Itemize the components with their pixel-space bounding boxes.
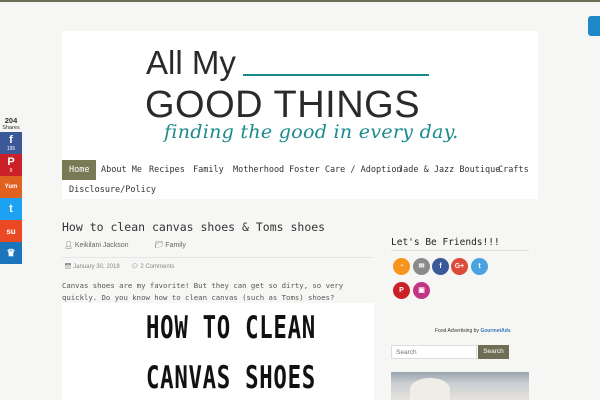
nav-item-recipes[interactable]: Recipes: [142, 160, 192, 180]
yummly-icon: Yum: [4, 183, 18, 190]
facebook-icon[interactable]: f: [432, 258, 449, 275]
share-total-label: Shares: [2, 125, 20, 131]
post-image-text-line1: HOW TO CLEAN: [146, 310, 316, 346]
nav-item-home[interactable]: Home: [62, 160, 97, 180]
more-share-button[interactable]: ♛: [0, 242, 22, 264]
logo-tagline: finding the good in every day.: [164, 121, 459, 143]
post-title[interactable]: How to clean canvas shoes & Toms shoes: [62, 220, 325, 234]
meta-divider: [62, 257, 374, 258]
comment-icon: 💬︎: [131, 264, 139, 270]
stumbleupon-icon: su: [6, 226, 16, 236]
twitter-icon[interactable]: t: [471, 258, 488, 275]
corner-tab[interactable]: [588, 16, 600, 36]
rss-icon[interactable]: ◔: [393, 258, 410, 275]
yummly-share-button[interactable]: Yum: [0, 176, 22, 198]
search-input[interactable]: [391, 345, 477, 359]
food-ad-prefix: Food Advertising by: [435, 328, 479, 334]
facebook-icon: f: [9, 133, 13, 146]
google-plus-icon[interactable]: G+: [451, 258, 468, 275]
logo-line2[interactable]: GOOD THINGS: [145, 84, 420, 126]
share-sidebar: 204 Shares f 195 P 9 Yum t su ♛: [0, 116, 22, 264]
nav-item-about-me[interactable]: About Me: [94, 160, 149, 180]
logo-line1[interactable]: All My: [146, 45, 236, 81]
nav-item-disclosure-policy[interactable]: Disclosure/Policy: [62, 180, 163, 200]
logo-rule: [243, 74, 429, 76]
nav-item-foster-care-adoption[interactable]: Foster Care / Adoption: [282, 160, 409, 180]
post-date[interactable]: January 30, 2018: [73, 264, 119, 270]
gourmetads-logo[interactable]: GourmetAds: [480, 328, 510, 334]
stumbleupon-share-button[interactable]: su: [0, 220, 22, 242]
share-total: 204: [4, 116, 18, 125]
nav-item-jade-jazz-boutique[interactable]: Jade & Jazz Boutique: [391, 160, 507, 180]
crown-icon: ♛: [6, 247, 16, 259]
nav-item-family[interactable]: Family: [186, 160, 231, 180]
post-image-text-line2: CANVAS SHOES: [146, 360, 316, 396]
sidebar-photo-figure: [410, 378, 450, 400]
post-meta-primary: 👤︎ Keikilani Jackson 📁︎ Family: [64, 241, 186, 249]
sidebar-title: Let's Be Friends!!!: [391, 237, 500, 248]
facebook-share-count: 195: [6, 145, 16, 152]
email-icon[interactable]: ✉: [413, 258, 430, 275]
folder-icon: 📁︎: [154, 242, 164, 249]
calendar-icon: 📅︎: [64, 264, 72, 270]
post-meta-secondary: 📅︎ January 30, 2018 💬︎ 2 Comments: [64, 263, 174, 270]
post-author[interactable]: Keikilani Jackson: [75, 242, 129, 249]
post-comments[interactable]: 2 Comments: [140, 264, 174, 270]
twitter-share-button[interactable]: t: [0, 198, 22, 220]
post-category[interactable]: Family: [165, 242, 186, 249]
pinterest-icon: P: [7, 155, 15, 168]
instagram-icon[interactable]: ▣: [413, 282, 430, 299]
author-icon: 👤︎: [64, 242, 73, 249]
post-excerpt: Canvas shoes are my favorite! But they c…: [62, 281, 344, 302]
pinterest-share-button[interactable]: P 9: [0, 154, 22, 176]
facebook-share-button[interactable]: f 195: [0, 132, 22, 154]
pinterest-icon[interactable]: P: [393, 282, 410, 299]
food-advertising-credit: Food Advertising by GourmetAds: [435, 328, 511, 334]
search-button[interactable]: Search: [478, 345, 509, 359]
share-count: 204 Shares: [0, 116, 22, 132]
sidebar-divider: [391, 250, 529, 251]
twitter-icon: t: [9, 202, 13, 215]
nav-item-crafts[interactable]: Crafts: [491, 160, 536, 180]
pinterest-share-count: 9: [9, 167, 13, 174]
top-border: [0, 0, 600, 2]
